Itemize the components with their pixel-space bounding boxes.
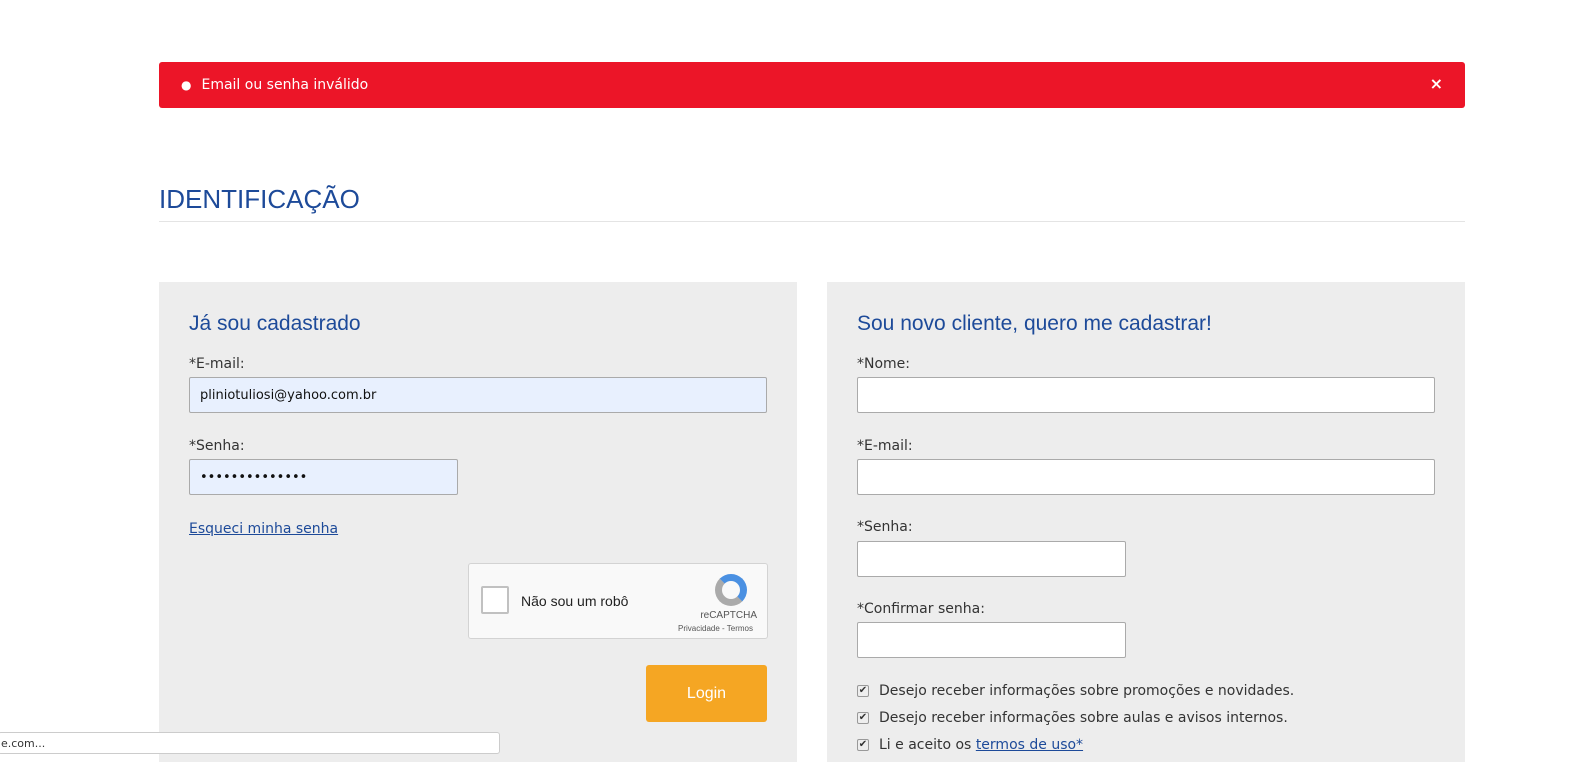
recaptcha-widget: Não sou um robô reCAPTCHA Privacidade - …: [468, 563, 768, 639]
close-icon[interactable]: ×: [1430, 74, 1443, 93]
terms-label: Li e aceito os: [879, 737, 972, 753]
terms-link[interactable]: termos de uso*: [976, 737, 1083, 753]
recaptcha-brand: reCAPTCHA: [700, 610, 757, 621]
login-button[interactable]: Login: [646, 665, 767, 722]
password-field[interactable]: ••••••••••••••: [189, 459, 458, 495]
email-label: *E-mail:: [189, 356, 245, 372]
promotions-option[interactable]: ✔ Desejo receber informações sobre promoç…: [857, 683, 1294, 699]
promotions-label: Desejo receber informações sobre promoçõ…: [879, 683, 1295, 699]
name-label: *Nome:: [857, 356, 911, 372]
checkbox-checked-icon[interactable]: ✔: [857, 712, 869, 724]
checkbox-checked-icon[interactable]: ✔: [857, 685, 869, 697]
register-email-field[interactable]: [857, 459, 1435, 495]
divider: [159, 221, 1465, 222]
login-heading: Já sou cadastrado: [189, 312, 361, 335]
classes-label: Desejo receber informações sobre aulas e…: [879, 710, 1288, 726]
recaptcha-terms-link[interactable]: Privacidade - Termos: [678, 624, 753, 633]
recaptcha-logo-icon: [715, 574, 747, 606]
name-field[interactable]: [857, 377, 1435, 413]
alert-message: Email ou senha inválido: [201, 77, 369, 93]
confirm-password-label: *Confirmar senha:: [857, 601, 985, 617]
login-panel: Já sou cadastrado *E-mail: pliniotuliosi…: [159, 282, 797, 762]
page-title: IDENTIFICAÇÃO: [159, 184, 360, 214]
forgot-password-link[interactable]: Esqueci minha senha: [189, 521, 338, 537]
checkbox-checked-icon[interactable]: ✔: [857, 739, 869, 751]
terms-option[interactable]: ✔ Li e aceito os termos de uso*: [857, 737, 1083, 753]
register-password-label: *Senha:: [857, 519, 913, 535]
register-heading: Sou novo cliente, quero me cadastrar!: [857, 312, 1212, 335]
confirm-password-field[interactable]: [857, 622, 1126, 658]
password-label: *Senha:: [189, 438, 245, 454]
register-panel: Sou novo cliente, quero me cadastrar! *N…: [827, 282, 1465, 762]
bullet-icon: ●: [181, 78, 192, 92]
register-email-label: *E-mail:: [857, 438, 913, 454]
recaptcha-label: Não sou um robô: [521, 593, 629, 609]
error-alert: ● Email ou senha inválido ×: [159, 62, 1465, 108]
classes-option[interactable]: ✔ Desejo receber informações sobre aulas …: [857, 710, 1288, 726]
browser-status-bar: e.com...: [0, 732, 500, 754]
email-field[interactable]: pliniotuliosi@yahoo.com.br: [189, 377, 767, 413]
recaptcha-checkbox[interactable]: [481, 586, 509, 614]
register-password-field[interactable]: [857, 541, 1126, 577]
